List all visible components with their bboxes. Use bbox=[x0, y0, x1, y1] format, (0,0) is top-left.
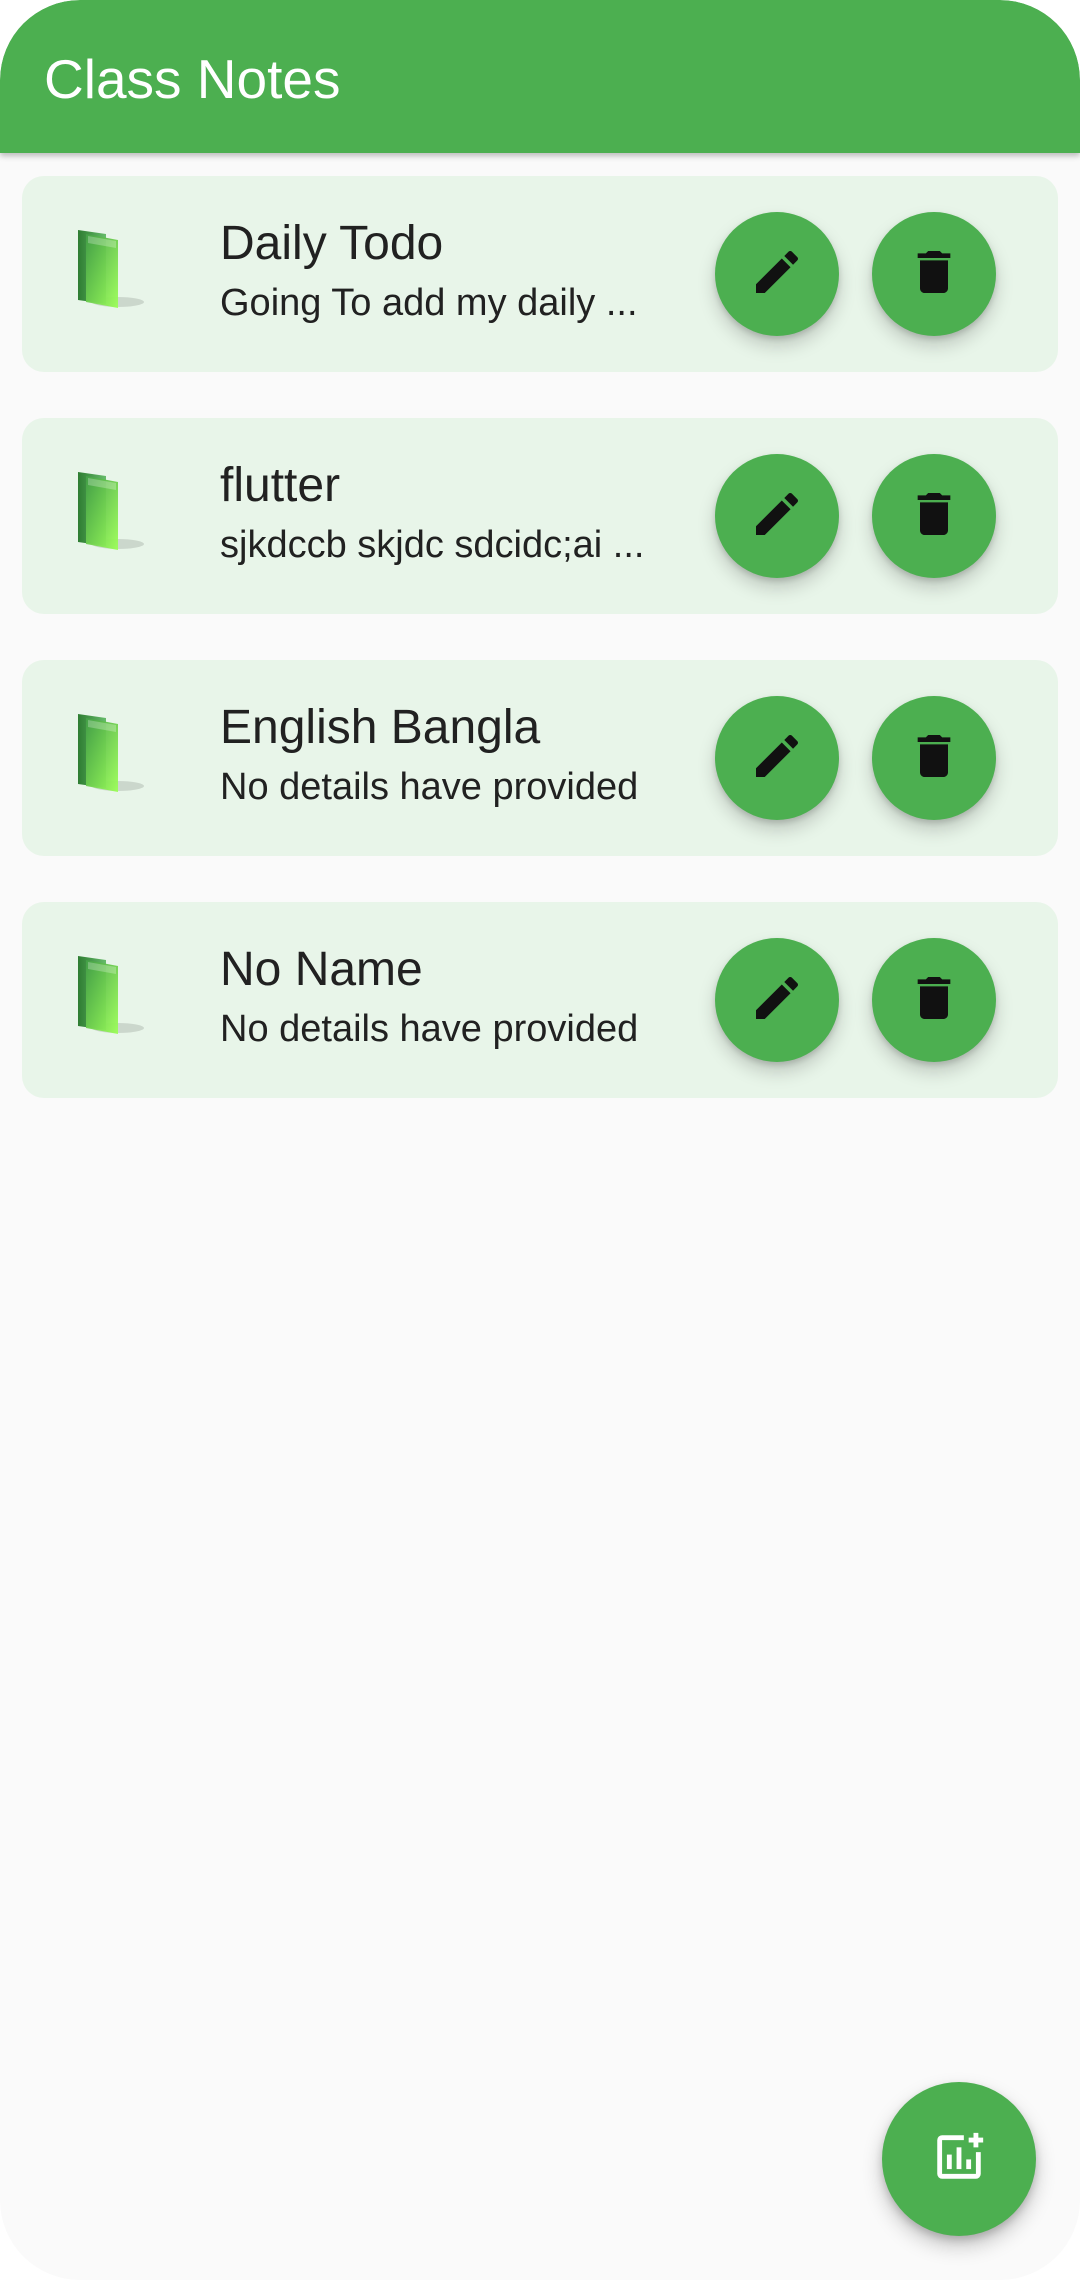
note-title: flutter bbox=[220, 459, 341, 512]
trash-icon bbox=[906, 970, 962, 1031]
note-list: Daily Todo Going To add my daily ... flu… bbox=[22, 176, 1058, 1144]
app-bar: Class Notes bbox=[0, 0, 1080, 153]
note-card[interactable]: Daily Todo Going To add my daily ... bbox=[22, 176, 1058, 372]
note-description: sjkdccb skjdc sdcidc;ai ... bbox=[220, 524, 645, 566]
folder-icon bbox=[72, 466, 152, 556]
note-title: Daily Todo bbox=[220, 217, 444, 270]
note-description: Going To add my daily ... bbox=[220, 282, 638, 324]
note-card[interactable]: No Name No details have provided bbox=[22, 902, 1058, 1098]
edit-button[interactable] bbox=[715, 212, 839, 336]
note-card[interactable]: English Bangla No details have provided bbox=[22, 660, 1058, 856]
folder-icon bbox=[72, 224, 152, 314]
delete-button[interactable] bbox=[872, 938, 996, 1062]
app-screen: Class Notes Daily Todo Going To add my d… bbox=[0, 0, 1080, 2280]
pencil-icon bbox=[749, 970, 805, 1031]
delete-button[interactable] bbox=[872, 454, 996, 578]
note-card[interactable]: flutter sjkdccb skjdc sdcidc;ai ... bbox=[22, 418, 1058, 614]
delete-button[interactable] bbox=[872, 696, 996, 820]
note-title: No Name bbox=[220, 943, 423, 996]
app-title: Class Notes bbox=[44, 48, 341, 110]
pencil-icon bbox=[749, 728, 805, 789]
note-description: No details have provided bbox=[220, 766, 639, 808]
note-description: No details have provided bbox=[220, 1008, 639, 1050]
folder-icon bbox=[72, 950, 152, 1040]
add-chart-icon bbox=[930, 2128, 988, 2191]
edit-button[interactable] bbox=[715, 938, 839, 1062]
folder-icon bbox=[72, 708, 152, 798]
trash-icon bbox=[906, 486, 962, 547]
edit-button[interactable] bbox=[715, 696, 839, 820]
edit-button[interactable] bbox=[715, 454, 839, 578]
trash-icon bbox=[906, 728, 962, 789]
note-title: English Bangla bbox=[220, 701, 541, 754]
add-note-fab[interactable] bbox=[882, 2082, 1036, 2236]
delete-button[interactable] bbox=[872, 212, 996, 336]
pencil-icon bbox=[749, 486, 805, 547]
pencil-icon bbox=[749, 244, 805, 305]
trash-icon bbox=[906, 244, 962, 305]
